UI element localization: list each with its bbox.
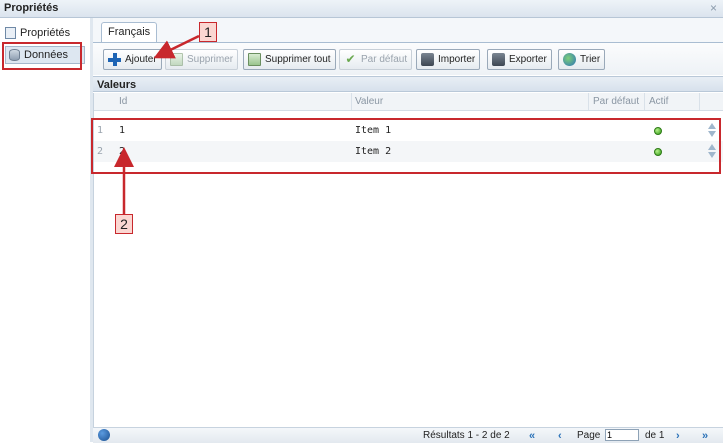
properties-icon bbox=[5, 27, 16, 39]
window-title: Propriétés bbox=[4, 2, 59, 14]
delete-all-button[interactable]: Supprimer tout bbox=[243, 49, 336, 70]
import-icon bbox=[421, 53, 434, 66]
window-titlebar: Propriétés × bbox=[0, 0, 723, 18]
delete-button-label: Supprimer bbox=[187, 54, 234, 65]
annotation-label-1: 1 bbox=[199, 22, 217, 42]
delete-all-button-label: Supprimer tout bbox=[265, 54, 331, 65]
sidebar-item-label: Propriétés bbox=[20, 27, 71, 39]
add-button[interactable]: Ajouter bbox=[103, 49, 162, 70]
import-button[interactable]: Importer bbox=[416, 49, 481, 70]
column-separator bbox=[644, 93, 645, 110]
sort-button[interactable]: Trier bbox=[558, 49, 606, 70]
default-check-icon: ✔ bbox=[345, 52, 356, 66]
sort-icon bbox=[563, 53, 576, 66]
annotation-label-2: 2 bbox=[115, 214, 133, 234]
refresh-icon[interactable] bbox=[98, 429, 110, 441]
sort-button-label: Trier bbox=[580, 54, 601, 65]
add-button-label: Ajouter bbox=[125, 54, 157, 65]
previous-page-icon[interactable]: ‹ bbox=[558, 430, 562, 442]
default-button-label: Par défaut bbox=[361, 54, 408, 65]
delete-all-icon bbox=[248, 53, 261, 66]
first-page-icon[interactable]: « bbox=[529, 430, 535, 442]
column-separator bbox=[351, 93, 352, 110]
sidebar-item-properties[interactable]: Propriétés bbox=[5, 24, 85, 42]
column-header-active[interactable]: Actif bbox=[649, 96, 668, 107]
next-page-icon[interactable]: › bbox=[676, 430, 680, 442]
page-count: de 1 bbox=[645, 430, 665, 441]
main-panel: Français Ajouter Supprimer Supprimer tou… bbox=[93, 18, 723, 443]
export-icon bbox=[492, 53, 505, 66]
add-icon bbox=[108, 53, 121, 66]
column-separator bbox=[699, 93, 700, 110]
default-button[interactable]: ✔ Par défaut bbox=[339, 49, 413, 70]
page-number-input[interactable] bbox=[605, 429, 639, 441]
last-page-icon[interactable]: » bbox=[702, 430, 708, 442]
delete-button[interactable]: Supprimer bbox=[165, 49, 239, 70]
import-button-label: Importer bbox=[438, 54, 476, 65]
column-header-id[interactable]: Id bbox=[119, 96, 127, 107]
toolbar: Ajouter Supprimer Supprimer tout ✔ Par d… bbox=[93, 43, 723, 75]
annotation-highlight-rows bbox=[91, 118, 721, 174]
tab-strip: Français bbox=[93, 18, 723, 43]
column-header-value[interactable]: Valeur bbox=[355, 96, 383, 107]
values-section-header: Valeurs bbox=[93, 76, 723, 92]
column-separator bbox=[588, 93, 589, 110]
close-icon[interactable]: × bbox=[710, 1, 717, 15]
sidebar: Propriétés Données bbox=[0, 18, 91, 442]
grid-column-header: Id Valeur Par défaut Actif bbox=[93, 93, 723, 111]
annotation-highlight-sidebar bbox=[2, 42, 82, 70]
export-button[interactable]: Exporter bbox=[487, 49, 552, 70]
export-button-label: Exporter bbox=[509, 54, 547, 65]
column-header-default[interactable]: Par défaut bbox=[593, 96, 639, 107]
pager-bar: Résultats 1 - 2 de 2 « ‹ Page de 1 › » bbox=[93, 427, 723, 443]
page-label: Page bbox=[577, 430, 601, 441]
delete-icon bbox=[170, 53, 183, 66]
tab-french[interactable]: Français bbox=[101, 22, 157, 42]
results-summary: Résultats 1 - 2 de 2 bbox=[423, 430, 510, 441]
